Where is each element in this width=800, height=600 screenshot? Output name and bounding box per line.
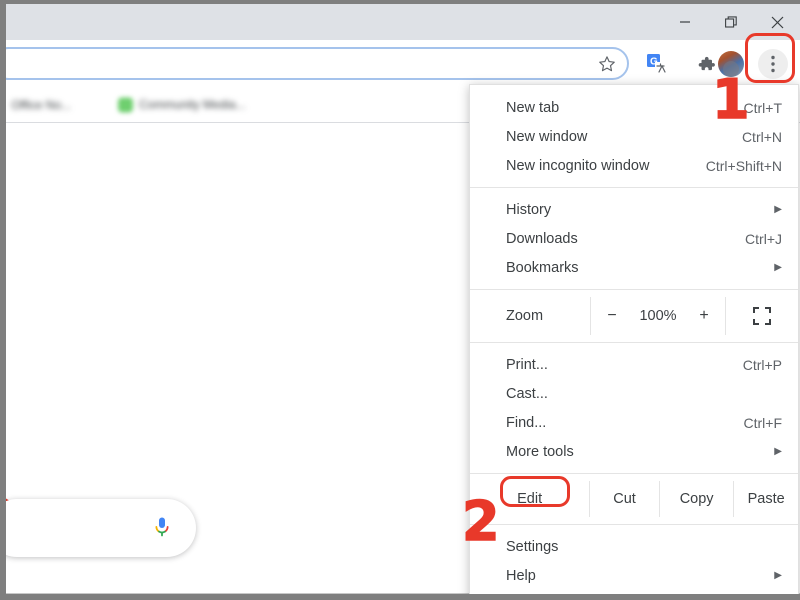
- google-search-box[interactable]: [6, 499, 196, 557]
- zoom-out-button[interactable]: −: [605, 307, 619, 325]
- menu-item-shortcut: Ctrl+F: [743, 414, 783, 431]
- minimize-button[interactable]: [662, 4, 708, 40]
- minimize-icon: [680, 21, 690, 23]
- menu-item-shortcut: Ctrl+J: [745, 230, 782, 247]
- menu-item-label: Settings: [506, 538, 559, 555]
- translate-glyph: G: [647, 53, 666, 73]
- three-dot-menu-button[interactable]: [758, 48, 788, 79]
- title-bar: [6, 4, 800, 40]
- chrome-main-menu: New tab Ctrl+T New window Ctrl+N New inc…: [469, 84, 799, 594]
- menu-item-label: Print...: [506, 356, 548, 373]
- menu-item-label: History: [506, 201, 552, 218]
- edit-cut-button[interactable]: Cut: [589, 481, 659, 517]
- bookmark-star-icon[interactable]: [597, 54, 617, 74]
- chevron-right-icon: ▶: [774, 569, 782, 581]
- menu-item-shortcut: Ctrl+P: [742, 356, 782, 373]
- menu-item-print[interactable]: Print... Ctrl+P: [470, 350, 798, 379]
- restore-icon: [724, 15, 737, 28]
- menu-item-downloads[interactable]: Downloads Ctrl+J: [470, 224, 798, 253]
- google-translate-icon[interactable]: G: [643, 50, 671, 78]
- zoom-level-value: 100%: [639, 308, 677, 324]
- extensions-puzzle-icon[interactable]: [692, 50, 720, 78]
- menu-item-new-tab[interactable]: New tab Ctrl+T: [470, 93, 798, 122]
- microphone-icon[interactable]: [153, 516, 171, 540]
- menu-item-label: Cast...: [506, 385, 548, 402]
- menu-item-history[interactable]: History ▶: [470, 195, 798, 224]
- menu-item-new-incognito-window[interactable]: New incognito window Ctrl+Shift+N: [470, 151, 798, 180]
- menu-item-help[interactable]: Help ▶: [470, 561, 798, 590]
- profile-avatar[interactable]: [718, 50, 744, 77]
- menu-item-cast[interactable]: Cast...: [470, 379, 798, 408]
- edit-label: Edit: [517, 491, 543, 507]
- menu-row-edit: Edit Cut Copy Paste: [470, 481, 798, 517]
- browser-window: G Office No... Community Media... New ta…: [6, 4, 800, 594]
- menu-separator: [470, 524, 798, 525]
- menu-item-bookmarks[interactable]: Bookmarks ▶: [470, 253, 798, 282]
- bookmark-label: Community Media...: [139, 97, 246, 112]
- browser-toolbar: G: [6, 40, 800, 87]
- menu-item-find[interactable]: Find... Ctrl+F: [470, 408, 798, 437]
- menu-item-shortcut: Ctrl+T: [743, 99, 783, 116]
- menu-group-tools: Print... Ctrl+P Cast... Find... Ctrl+F M…: [470, 350, 798, 466]
- edit-copy-button[interactable]: Copy: [658, 481, 734, 517]
- puzzle-glyph: [698, 56, 715, 70]
- three-dot-menu-icon: [771, 55, 775, 72]
- menu-item-more-tools[interactable]: More tools ▶: [470, 437, 798, 466]
- menu-group-browsing: History ▶ Downloads Ctrl+J Bookmarks ▶: [470, 195, 798, 282]
- bookmark-favicon: [118, 97, 133, 112]
- menu-item-label: New window: [506, 128, 588, 145]
- window-controls: [662, 4, 800, 40]
- menu-separator: [470, 342, 798, 343]
- menu-group-settings: Settings Help ▶: [470, 532, 798, 590]
- menu-item-label: Bookmarks: [506, 259, 579, 276]
- menu-item-label: More tools: [506, 443, 574, 460]
- menu-item-label: New tab: [506, 99, 560, 116]
- edit-paste-button[interactable]: Paste: [733, 481, 798, 517]
- menu-separator: [470, 187, 798, 188]
- fullscreen-button[interactable]: [726, 297, 798, 335]
- restore-button[interactable]: [708, 4, 754, 40]
- menu-item-label: New incognito window: [506, 157, 650, 174]
- zoom-label: Zoom: [506, 308, 544, 324]
- menu-item-new-window[interactable]: New window Ctrl+N: [470, 122, 798, 151]
- bookmark-item[interactable]: oft Office No...: [6, 98, 71, 112]
- bookmark-label: Office No...: [11, 97, 72, 112]
- zoom-in-button[interactable]: +: [697, 307, 711, 325]
- address-bar[interactable]: [6, 47, 629, 80]
- menu-separator: [470, 289, 798, 290]
- menu-item-label: Find...: [506, 414, 547, 431]
- fullscreen-icon: [753, 307, 771, 325]
- chevron-right-icon: ▶: [774, 445, 782, 457]
- menu-row-zoom: Zoom − 100% +: [470, 297, 798, 335]
- bookmark-item[interactable]: Community Media...: [118, 97, 246, 112]
- screenshot-stage: G Office No... Community Media... New ta…: [0, 0, 800, 600]
- zoom-controls: − 100% +: [590, 297, 726, 335]
- menu-separator: [470, 473, 798, 474]
- menu-item-label: Downloads: [506, 230, 578, 247]
- menu-item-shortcut: Ctrl+Shift+N: [705, 157, 782, 174]
- menu-item-shortcut: Ctrl+N: [741, 128, 782, 145]
- menu-item-label: Help: [506, 567, 536, 584]
- close-button[interactable]: [754, 4, 800, 40]
- menu-group-new: New tab Ctrl+T New window Ctrl+N New inc…: [470, 93, 798, 180]
- close-icon: [771, 16, 783, 28]
- chevron-right-icon: ▶: [774, 261, 782, 273]
- avatar-image: [718, 50, 744, 77]
- chevron-right-icon: ▶: [774, 203, 782, 215]
- menu-item-settings[interactable]: Settings: [470, 532, 798, 561]
